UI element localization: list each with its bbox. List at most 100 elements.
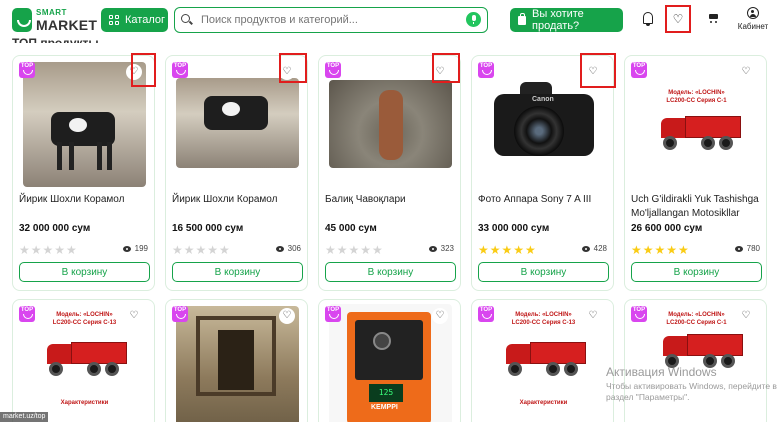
views-count: 199: [122, 244, 148, 253]
rating-stars: ★★★★★: [19, 243, 78, 257]
product-card[interactable]: Canon TOP ♡ Фото Аппара Sony 7 A III 33 …: [471, 55, 614, 291]
product-title[interactable]: Йирик Шохли Корамол: [172, 193, 307, 207]
sell-button[interactable]: Вы хотите продать?: [510, 8, 623, 32]
windows-watermark-subtitle: Чтобы активировать Windows, перейдите в …: [606, 381, 777, 402]
product-title[interactable]: Uch G'ildirakli Yuk Tashishga Mo'ljallan…: [631, 193, 766, 221]
user-icon: [747, 7, 759, 19]
cow-illustration: [51, 112, 115, 146]
grid-icon: [109, 15, 119, 25]
top-badge: TOP: [478, 306, 494, 322]
logo-badge-icon: [12, 8, 32, 32]
views-count: 323: [428, 244, 454, 253]
highlight-box: [580, 53, 616, 88]
product-image[interactable]: Модель: «LOCHIN» LC200-CC Серия С-13 Хар…: [23, 308, 146, 422]
favorite-heart-icon[interactable]: ♡: [738, 308, 754, 324]
doc-title: Модель: «LOCHIN»: [668, 90, 725, 96]
product-image[interactable]: [329, 80, 452, 168]
highlight-box: [432, 53, 460, 83]
logo-small-text: SMART: [36, 8, 67, 17]
welder-brand: KEMPPI: [371, 404, 398, 411]
bell-icon[interactable]: [642, 12, 654, 26]
favorite-heart-icon[interactable]: ♡: [432, 308, 448, 324]
top-badge: TOP: [478, 62, 494, 78]
favorites-button[interactable]: ♡: [665, 5, 691, 33]
top-badge: TOP: [631, 306, 647, 322]
product-card[interactable]: TOP ♡ Йирик Шохли Корамол 16 500 000 сум…: [165, 55, 308, 291]
top-badge: TOP: [325, 62, 341, 78]
product-card[interactable]: Модель: «LOCHIN» LC200-CC Серия С-13 Хар…: [12, 299, 155, 422]
lens-illustration: [514, 106, 564, 156]
rating-stars: ★★★★★: [172, 243, 231, 257]
favorite-heart-icon[interactable]: ♡: [738, 64, 754, 80]
add-to-cart-button[interactable]: В корзину: [478, 262, 609, 282]
search-bar: [174, 7, 488, 33]
logo[interactable]: SMART MARKET: [12, 6, 97, 34]
add-to-cart-button[interactable]: В корзину: [19, 262, 150, 282]
product-image[interactable]: [176, 78, 299, 168]
favorite-heart-icon[interactable]: ♡: [585, 308, 601, 324]
windows-watermark-title: Активация Windows: [606, 365, 717, 379]
product-card[interactable]: TOP ♡: [165, 299, 308, 422]
product-price: 26 600 000 сум: [631, 223, 703, 234]
search-icon: [181, 14, 193, 26]
product-image[interactable]: Модель: «LOCHIN» LC200-CC Серия С-1: [635, 80, 758, 170]
product-image[interactable]: Модель: «LOCHIN» LC200-CC Серия С-1: [635, 306, 758, 422]
top-badge: TOP: [19, 62, 35, 78]
microphone-icon[interactable]: [466, 12, 481, 27]
highlight-box: [279, 53, 307, 83]
header: SMART MARKET Каталог Вы хотите продать? …: [0, 0, 777, 40]
sell-label: Вы хотите продать?: [532, 8, 584, 32]
product-price: 33 000 000 сум: [478, 223, 550, 234]
section-title-cut: ТОП продукты: [12, 37, 99, 43]
product-card[interactable]: TOP ♡ Йирик Шохли Корамол 32 000 000 сум…: [12, 55, 155, 291]
favorite-heart-icon[interactable]: ♡: [126, 308, 142, 324]
product-image[interactable]: [23, 62, 146, 187]
search-input[interactable]: [201, 14, 461, 26]
product-card[interactable]: Модель: «LOCHIN» LC200-CC Серия С-13 Хар…: [471, 299, 614, 422]
views-count: 780: [734, 244, 760, 253]
top-badge: TOP: [325, 306, 341, 322]
top-badge: TOP: [172, 62, 188, 78]
product-card[interactable]: 125 KEMPPI TOP ♡: [318, 299, 461, 422]
eye-icon: [275, 245, 284, 252]
views-count: 306: [275, 244, 301, 253]
truck-illustration: [651, 114, 741, 154]
top-badge: TOP: [19, 306, 35, 322]
add-to-cart-button[interactable]: В корзину: [172, 262, 303, 282]
product-image[interactable]: [176, 306, 299, 422]
add-to-cart-button[interactable]: В корзину: [631, 262, 762, 282]
doc-spec: Характеристики: [519, 400, 568, 406]
truck-illustration: [37, 340, 127, 380]
rating-stars: ★★★★★: [478, 243, 537, 257]
eye-icon: [734, 245, 743, 252]
product-card[interactable]: TOP ♡ Балиқ Чавоқлари 45 000 сум ★★★★★ 3…: [318, 55, 461, 291]
hand-illustration: [379, 90, 403, 160]
truck-illustration: [496, 340, 586, 380]
cabinet-button[interactable]: Кабинет: [736, 7, 770, 37]
favorite-heart-icon[interactable]: ♡: [279, 308, 295, 324]
product-title[interactable]: Йирик Шохли Корамол: [19, 193, 154, 207]
cabinet-label: Кабинет: [737, 22, 769, 31]
add-to-cart-button[interactable]: В корзину: [325, 262, 456, 282]
status-url: market.uz/top: [0, 412, 49, 422]
eye-icon: [428, 245, 437, 252]
highlight-box: [131, 53, 156, 87]
eye-icon: [581, 245, 590, 252]
product-card[interactable]: Модель: «LOCHIN» LC200-CC Серия С-1 TOP …: [624, 55, 767, 291]
top-badge: TOP: [172, 306, 188, 322]
rating-stars: ★★★★★: [631, 243, 690, 257]
well-illustration: [196, 316, 276, 396]
shopping-bag-icon: [518, 12, 527, 25]
product-title[interactable]: Балиқ Чавоқлари: [325, 193, 460, 207]
product-title[interactable]: Фото Аппара Sony 7 A III: [478, 193, 613, 207]
product-card[interactable]: Модель: «LOCHIN» LC200-CC Серия С-1 TOP …: [624, 299, 767, 422]
rating-stars: ★★★★★: [325, 243, 384, 257]
product-price: 16 500 000 сум: [172, 223, 244, 234]
cow-illustration: [204, 96, 268, 130]
cart-icon[interactable]: [707, 13, 719, 23]
product-image[interactable]: Модель: «LOCHIN» LC200-CC Серия С-13 Хар…: [482, 308, 605, 422]
product-price: 32 000 000 сум: [19, 223, 91, 234]
views-count: 428: [581, 244, 607, 253]
top-badge: TOP: [631, 62, 647, 78]
catalog-button[interactable]: Каталог: [101, 8, 168, 32]
